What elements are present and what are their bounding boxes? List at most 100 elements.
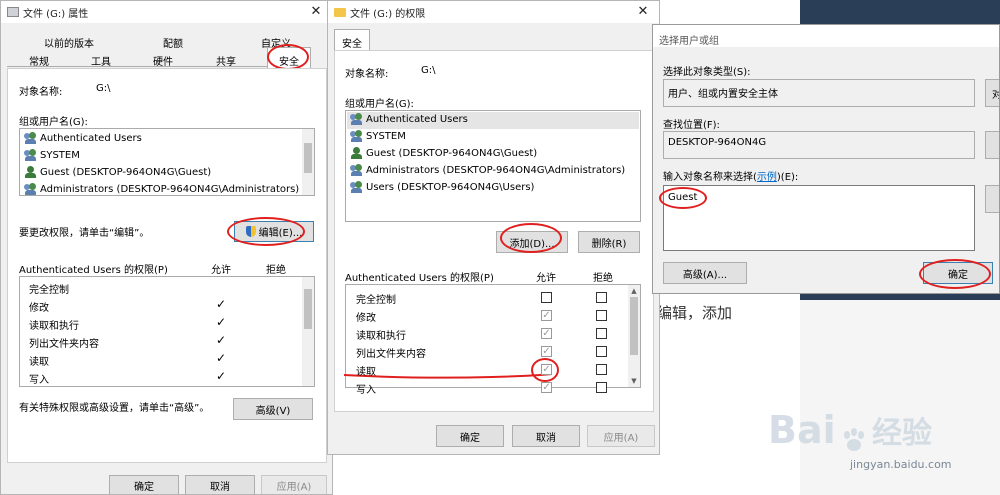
location-label: 查找位置(F): bbox=[663, 120, 720, 131]
red-circle-guest-input bbox=[659, 187, 707, 209]
permission-label: 读取和执行 bbox=[29, 321, 79, 332]
permission-label: 列出文件夹内容 bbox=[356, 349, 426, 360]
red-circle-add-button bbox=[500, 223, 562, 253]
deny-checkbox[interactable] bbox=[596, 346, 607, 357]
user-icon bbox=[24, 166, 37, 178]
enter-names-label-text: 输入对象名称来选择( bbox=[663, 172, 757, 183]
users-icon bbox=[350, 164, 363, 176]
allow-checkbox[interactable]: ✓ bbox=[541, 382, 552, 393]
tab-general[interactable]: 常规 bbox=[19, 53, 59, 68]
tab-previous-versions[interactable]: 以前的版本 bbox=[19, 35, 119, 50]
background-text: 编辑，添加 bbox=[657, 304, 733, 322]
examples-link[interactable]: 示例 bbox=[757, 172, 777, 183]
object-type-field: 用户、组或内置安全主体 bbox=[663, 79, 975, 107]
check-names-button[interactable] bbox=[985, 185, 999, 213]
deny-header: 拒绝 bbox=[593, 273, 613, 284]
scroll-up-icon[interactable]: ▲ bbox=[628, 286, 640, 296]
ok-button[interactable]: 确定 bbox=[436, 425, 504, 447]
deny-checkbox[interactable] bbox=[596, 382, 607, 393]
allow-check-icon: ✓ bbox=[216, 333, 227, 347]
red-circle-edit-button bbox=[227, 217, 305, 246]
list-item-label: Administrators (DESKTOP-964ON4G\Administ… bbox=[40, 183, 300, 195]
watermark-jingyan: 经验 bbox=[872, 416, 933, 451]
permission-label: 写入 bbox=[29, 375, 49, 386]
allow-checkbox[interactable]: ✓ bbox=[541, 310, 552, 321]
deny-header: 拒绝 bbox=[266, 265, 286, 276]
tab-quota[interactable]: 配额 bbox=[143, 35, 203, 50]
red-circle-security-tab bbox=[267, 44, 309, 70]
tab-sharing[interactable]: 共享 bbox=[206, 53, 246, 68]
list-item-label: Users (DESKTOP-964ON4G\Users) bbox=[366, 181, 535, 193]
scrollbar-thumb[interactable] bbox=[304, 289, 312, 329]
list-item-label: Authenticated Users bbox=[366, 113, 468, 125]
users-icon bbox=[350, 130, 363, 142]
permission-label: 列出文件夹内容 bbox=[29, 339, 99, 350]
close-icon[interactable]: ✕ bbox=[304, 3, 328, 21]
allow-checkbox[interactable]: ✓ bbox=[541, 328, 552, 339]
users-scrollbar[interactable] bbox=[302, 129, 314, 195]
permission-label: 修改 bbox=[356, 313, 376, 324]
deny-checkbox[interactable] bbox=[596, 328, 607, 339]
group-label: 组或用户名(G): bbox=[19, 117, 88, 128]
tab-tools[interactable]: 工具 bbox=[81, 53, 121, 68]
scroll-down-icon[interactable]: ▼ bbox=[628, 376, 640, 386]
list-item[interactable]: Authenticated Users bbox=[350, 113, 468, 125]
permissions-scrollbar[interactable]: ▲ ▼ bbox=[628, 285, 640, 387]
apply-button[interactable]: 应用(A) bbox=[587, 425, 655, 447]
users-list[interactable]: Authenticated Users SYSTEM Guest (DESKTO… bbox=[19, 128, 315, 196]
list-item[interactable]: Guest (DESKTOP-964ON4G\Guest) bbox=[24, 166, 211, 178]
allow-checkbox[interactable]: ✓ bbox=[541, 364, 552, 375]
list-item[interactable]: Administrators (DESKTOP-964ON4G\Administ… bbox=[24, 183, 299, 195]
permissions-header: Authenticated Users 的权限(P) bbox=[19, 265, 168, 276]
allow-header: 允许 bbox=[536, 273, 556, 284]
advanced-hint: 有关特殊权限或高级设置，请单击“高级”。 bbox=[19, 403, 210, 414]
deny-checkbox[interactable] bbox=[596, 292, 607, 303]
baidu-watermark: Bai 经验 bbox=[768, 408, 932, 455]
apply-button[interactable]: 应用(A) bbox=[261, 475, 327, 494]
scrollbar-thumb[interactable] bbox=[630, 297, 638, 355]
list-item-label: SYSTEM bbox=[366, 130, 406, 142]
permissions-title: 文件 (G:) 的权限 bbox=[350, 8, 426, 20]
list-item-label: Administrators (DESKTOP-964ON4G\Administ… bbox=[366, 164, 626, 176]
permissions-window: 文件 (G:) 的权限 ✕ 安全 对象名称: G:\ 组或用户名(G): Aut… bbox=[327, 0, 660, 455]
list-item[interactable]: SYSTEM bbox=[350, 130, 406, 142]
advanced-button[interactable]: 高级(V) bbox=[233, 398, 313, 420]
list-item[interactable]: SYSTEM bbox=[24, 149, 80, 161]
properties-title: 文件 (G:) 属性 bbox=[23, 8, 89, 20]
object-types-button[interactable]: 对 bbox=[985, 79, 999, 107]
paw-icon bbox=[839, 425, 869, 455]
tab-hardware[interactable]: 硬件 bbox=[143, 53, 183, 68]
red-circle-ok-button bbox=[919, 259, 991, 289]
users-icon bbox=[24, 149, 37, 161]
users-icon bbox=[350, 181, 363, 193]
remove-button[interactable]: 删除(R) bbox=[578, 231, 640, 253]
deny-checkbox[interactable] bbox=[596, 364, 607, 375]
list-item[interactable]: Administrators (DESKTOP-964ON4G\Administ… bbox=[350, 164, 625, 176]
list-item[interactable]: Users (DESKTOP-964ON4G\Users) bbox=[350, 181, 534, 193]
permission-label: 读取 bbox=[29, 357, 49, 368]
allow-checkbox[interactable] bbox=[541, 292, 552, 303]
list-item[interactable]: Authenticated Users bbox=[24, 132, 142, 144]
object-names-input[interactable]: Guest bbox=[663, 185, 975, 251]
cancel-button[interactable]: 取消 bbox=[185, 475, 255, 494]
close-icon[interactable]: ✕ bbox=[631, 3, 655, 21]
locations-button[interactable] bbox=[985, 131, 999, 159]
user-icon bbox=[350, 147, 363, 159]
enter-names-label-suffix: )(E): bbox=[776, 172, 799, 183]
users-list[interactable]: Authenticated Users SYSTEM Guest (DESKTO… bbox=[345, 110, 641, 222]
ok-button[interactable]: 确定 bbox=[109, 475, 179, 494]
list-item[interactable]: Guest (DESKTOP-964ON4G\Guest) bbox=[350, 147, 537, 159]
tab-security[interactable]: 安全 bbox=[334, 29, 370, 51]
drive-icon bbox=[7, 7, 19, 17]
permission-label: 写入 bbox=[356, 385, 376, 396]
permission-label: 读取和执行 bbox=[356, 331, 406, 342]
folder-icon bbox=[334, 7, 346, 17]
allow-check-icon: ✓ bbox=[216, 369, 227, 383]
advanced-button[interactable]: 高级(A)... bbox=[663, 262, 747, 284]
cancel-button[interactable]: 取消 bbox=[512, 425, 580, 447]
scrollbar-thumb[interactable] bbox=[304, 143, 312, 173]
deny-checkbox[interactable] bbox=[596, 310, 607, 321]
permissions-scrollbar[interactable] bbox=[302, 277, 314, 386]
object-name-label: 对象名称: bbox=[19, 87, 63, 98]
allow-checkbox[interactable]: ✓ bbox=[541, 346, 552, 357]
